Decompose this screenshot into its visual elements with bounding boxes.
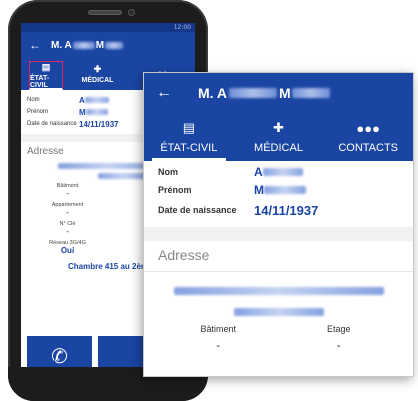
grid-value: - xyxy=(66,208,69,217)
dob-label: Date de naissance xyxy=(158,205,237,215)
app-header: ← M. A M xyxy=(144,73,413,113)
dob-value: 14/11/1937 xyxy=(254,202,319,218)
tab-contacts[interactable]: ●●● CONTACTS xyxy=(323,113,413,161)
redacted-text xyxy=(72,41,95,49)
patient-title-prefix: M. A xyxy=(51,39,72,51)
tab-medical[interactable]: ✚ MÉDICAL xyxy=(65,58,130,90)
grid-label: Bâtiment xyxy=(200,324,237,334)
arrow-left-icon[interactable]: ← xyxy=(156,84,172,102)
grid-label: Etage xyxy=(326,324,351,334)
prenom-row: Prénom M xyxy=(158,181,399,199)
tab-label: CONTACTS xyxy=(338,141,399,154)
patient-title-prefix: M. A xyxy=(198,85,228,101)
grid-value: - xyxy=(66,227,69,236)
grid-cell: Bâtiment - xyxy=(158,324,279,352)
grid-value: Oui xyxy=(60,246,75,255)
tab-etat-civil[interactable]: ▤ ÉTAT-CIVIL xyxy=(29,61,63,90)
app-header: ← M. A M xyxy=(21,32,195,58)
tab-label: ÉTAT-CIVIL xyxy=(160,142,218,154)
grid-value: - xyxy=(66,189,69,198)
prenom-label: Prénom xyxy=(158,185,192,195)
medical-bag-icon: ✚ xyxy=(93,64,102,74)
etat-civil-content: Nom A Prénom M Date de naissance 14/11/1… xyxy=(144,161,413,352)
redacted-text xyxy=(173,286,384,295)
dob-row: Date de naissance 14/11/1937 xyxy=(158,199,399,221)
redacted-text xyxy=(229,88,278,98)
front-camera xyxy=(128,9,135,16)
zoomed-view: ← M. A M ▤ ÉTAT-CIVIL ✚ MÉDICAL ●●● CONT… xyxy=(143,72,414,377)
grid-cell: N° Clé - xyxy=(27,221,108,236)
divider-line xyxy=(144,271,413,272)
id-card-icon: ▤ xyxy=(182,120,195,135)
nom-label: Nom xyxy=(158,167,178,177)
redacted-text xyxy=(264,186,306,194)
redacted-text xyxy=(262,168,303,176)
nom-value: A xyxy=(79,95,85,105)
info-grid: Bâtiment - Etage - xyxy=(158,324,399,352)
dob-label: Date de naissance xyxy=(27,121,77,127)
grid-cell: Etage - xyxy=(279,324,400,352)
speaker xyxy=(88,10,122,15)
redacted-text xyxy=(84,97,109,103)
dob-value: 14/11/1937 xyxy=(79,119,119,129)
arrow-left-icon[interactable]: ← xyxy=(29,38,41,52)
grid-cell: Appartement - xyxy=(27,202,108,217)
prenom-value: M xyxy=(254,183,264,197)
redacted-text xyxy=(291,88,330,98)
tab-etat-civil[interactable]: ▤ ÉTAT-CIVIL xyxy=(144,113,234,161)
phone-icon: ✆ xyxy=(51,345,68,368)
nom-row: Nom A xyxy=(158,163,399,181)
section-divider xyxy=(144,227,413,241)
tab-label: ÉTAT-CIVIL xyxy=(30,74,50,89)
status-bar: 12:00 xyxy=(21,23,195,32)
redacted-text xyxy=(105,41,124,49)
redacted-text xyxy=(233,307,324,316)
grid-cell: Bâtiment - xyxy=(27,183,108,198)
id-card-icon: ▤ xyxy=(41,61,51,72)
grid-value: - xyxy=(216,340,221,352)
nom-value: A xyxy=(254,165,263,179)
address-block xyxy=(158,282,399,318)
tab-medical[interactable]: ✚ MÉDICAL xyxy=(234,113,324,161)
redacted-text xyxy=(98,173,148,179)
tab-label: MÉDICAL xyxy=(254,142,303,154)
grid-value: - xyxy=(336,340,341,352)
prenom-value: M xyxy=(79,107,86,117)
medical-bag-icon: ✚ xyxy=(273,120,284,135)
patient-title-mid: M xyxy=(95,39,105,51)
redacted-text xyxy=(85,109,108,115)
call-button[interactable]: ✆ xyxy=(27,336,92,367)
patient-title-mid: M xyxy=(279,85,291,101)
tab-label: MÉDICAL xyxy=(81,77,114,84)
nom-label: Nom xyxy=(27,97,40,103)
tab-bar: ▤ ÉTAT-CIVIL ✚ MÉDICAL ●●● CONTACTS xyxy=(144,113,413,161)
group-icon: ●●● xyxy=(356,120,380,136)
grid-cell: Réseau 3G/4G Oui xyxy=(27,240,108,255)
adresse-title: Adresse xyxy=(158,247,210,263)
prenom-label: Prénom xyxy=(27,109,49,115)
